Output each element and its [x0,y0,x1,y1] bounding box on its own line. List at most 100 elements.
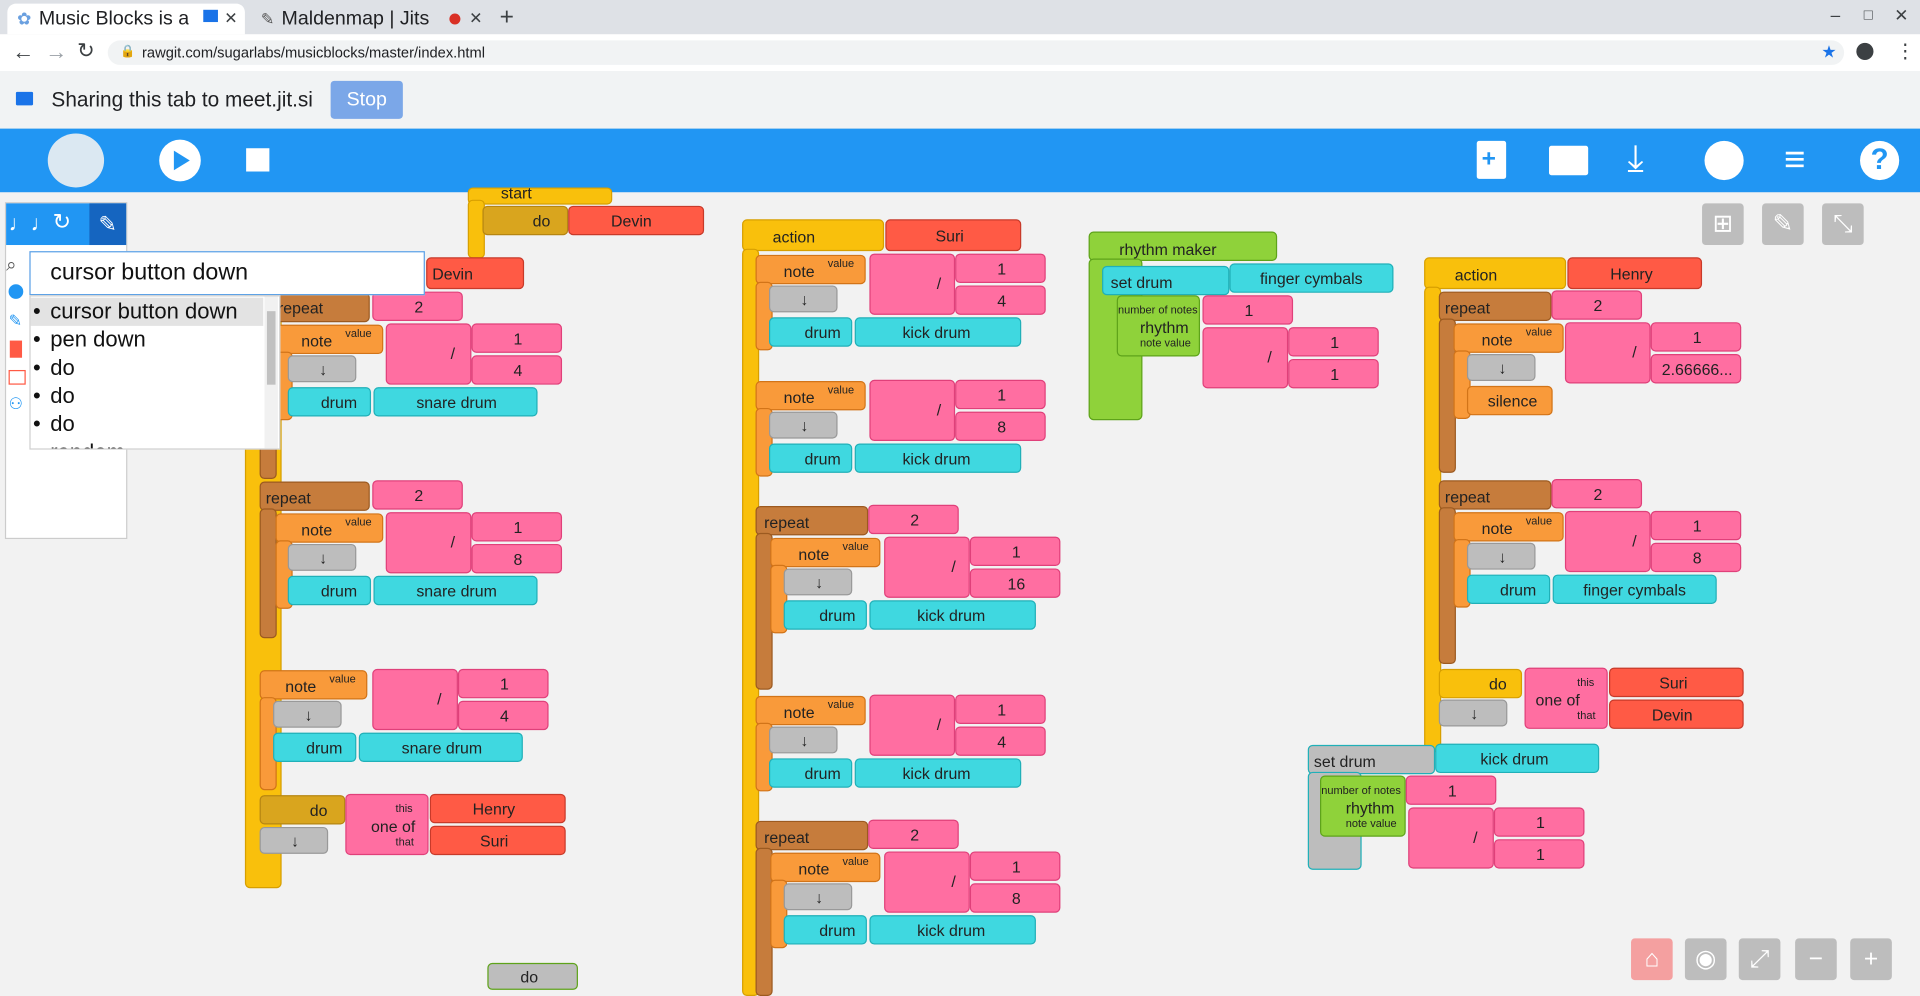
suggestion-item[interactable]: do [31,410,264,438]
name-block[interactable]: Devin [568,205,705,236]
start-block[interactable]: start [467,184,613,205]
menu-icon[interactable]: ≡ [1784,140,1805,182]
action-block[interactable]: action [1424,257,1567,290]
divide-block[interactable]: / [869,253,956,315]
drum-name-block[interactable]: kick drum [869,915,1036,945]
rhythm-block[interactable]: number of notes rhythm note value [1116,295,1201,357]
drum-name-block[interactable]: kick drum [869,600,1036,630]
number-block[interactable]: 1 [457,668,549,699]
note-block[interactable]: note value [770,537,881,568]
new-tab-icon[interactable]: + [500,4,514,32]
suggestion-item[interactable]: do [31,382,264,410]
number-block[interactable]: 4 [955,285,1046,315]
zoom-out-icon[interactable]: − [1795,938,1837,981]
drum-block[interactable]: drum [1466,574,1551,604]
silence-block[interactable]: silence [1466,385,1553,416]
divide-block[interactable]: / [884,536,970,598]
suggestion-item[interactable]: do [31,354,264,382]
show-blocks-icon[interactable]: ◉ [1684,938,1727,981]
note-block[interactable]: note value [259,670,368,700]
drum-block[interactable]: drum [783,915,867,945]
drum-name-block[interactable]: finger cymbals [1552,574,1717,604]
arrow-block[interactable]: ↓ [287,543,357,571]
repeat-block[interactable]: repeat [1438,480,1552,510]
divide-block[interactable]: / [1564,322,1651,384]
number-block[interactable]: 1 [969,536,1061,566]
flow-icon[interactable]: ↻ [53,209,71,235]
mouse-logo-icon[interactable] [47,133,105,188]
drum-name-block[interactable]: kick drum [854,443,1022,473]
divide-block[interactable]: / [1202,327,1289,389]
name-block[interactable]: Suri [1608,667,1744,698]
arrow-block[interactable]: ↓ [273,700,342,728]
help-icon[interactable]: ? [1860,140,1900,181]
drum-block[interactable]: drum [768,443,853,473]
arrow-block[interactable]: ↓ [1466,542,1536,570]
name-block[interactable]: Henry [429,793,566,824]
palette-color-icon[interactable] [9,340,23,358]
arrow-block[interactable]: ↓ [768,285,838,313]
back-icon[interactable]: ← [12,39,34,65]
divide-block[interactable]: / [1408,807,1494,869]
number-block[interactable]: 1 [471,323,563,353]
note-block[interactable]: note value [755,381,866,411]
eraser-icon[interactable]: ✎ [1762,203,1804,246]
collapse-icon[interactable]: ⤡ [1822,203,1864,246]
number-block[interactable]: 4 [955,726,1046,756]
number-block[interactable]: 2 [1551,290,1643,320]
divide-block[interactable]: / [372,668,458,731]
number-block[interactable]: 1 [1405,775,1497,805]
palette-connect-icon[interactable]: ⚇ [9,394,23,414]
palette-media-icon[interactable] [8,369,26,385]
divide-block[interactable]: / [385,323,472,385]
download-icon[interactable]: ⤓ [1627,138,1643,180]
bookmark-star-icon[interactable]: ★ [1821,39,1836,64]
suggestions-scrollbar[interactable] [264,296,278,449]
repeat-block[interactable]: repeat [755,505,869,536]
divide-block[interactable]: / [869,694,956,756]
drum-name-block[interactable]: snare drum [373,387,538,417]
drum-block[interactable]: drum [783,600,867,630]
zoom-in-icon[interactable]: + [1850,938,1892,981]
number-block[interactable]: 8 [1650,542,1742,573]
drum-name-block[interactable]: kick drum [1435,743,1600,774]
number-block[interactable]: 8 [471,543,563,574]
arrow-block[interactable]: ↓ [259,826,329,854]
number-block[interactable]: 2 [372,480,463,510]
number-block[interactable]: 1 [1650,510,1742,541]
arrow-block[interactable]: ↓ [768,411,838,439]
number-block[interactable]: 2 [1551,479,1643,509]
home-icon[interactable]: ⌂ [1631,938,1673,981]
suggestion-item[interactable]: pen down [31,326,264,354]
divide-block[interactable]: / [869,379,956,442]
reload-icon[interactable]: ↻ [77,39,94,64]
drum-block[interactable]: drum [273,732,357,763]
arrow-block[interactable]: ↓ [783,883,853,911]
globe-icon[interactable] [1704,140,1744,181]
grid-icon[interactable]: ⊞ [1702,203,1744,246]
number-block[interactable]: 1 [955,694,1046,725]
divide-block[interactable]: / [385,512,472,574]
arrow-block[interactable]: ↓ [768,726,838,754]
drum-block[interactable]: drum [768,317,853,347]
number-block[interactable]: 1 [1202,295,1294,325]
one-of-block[interactable]: this one of that [345,793,429,856]
suggestion-item[interactable]: random [31,439,264,449]
stop-icon[interactable] [246,148,270,172]
number-block[interactable]: 1 [955,379,1046,410]
drum-block[interactable]: drum [287,575,372,606]
minimize-icon[interactable]: – [1831,5,1841,25]
url-field[interactable]: 🔒 rawgit.com/sugarlabs/musicblocks/maste… [107,39,1845,65]
number-block[interactable]: 4 [457,700,549,731]
drum-name-block[interactable]: kick drum [854,758,1022,788]
number-block[interactable]: 1 [1288,327,1379,357]
forward-icon[interactable]: → [45,39,67,65]
palette-shape-icon[interactable] [8,284,24,299]
set-drum-block[interactable]: set drum [1102,265,1230,296]
divide-block[interactable]: / [884,851,970,913]
repeat-block[interactable]: repeat [259,481,370,511]
note-block[interactable]: note value [755,254,866,285]
number-block[interactable]: 2 [868,819,959,849]
set-drum-block[interactable]: set drum [1307,744,1436,775]
number-block[interactable]: 4 [471,355,563,385]
